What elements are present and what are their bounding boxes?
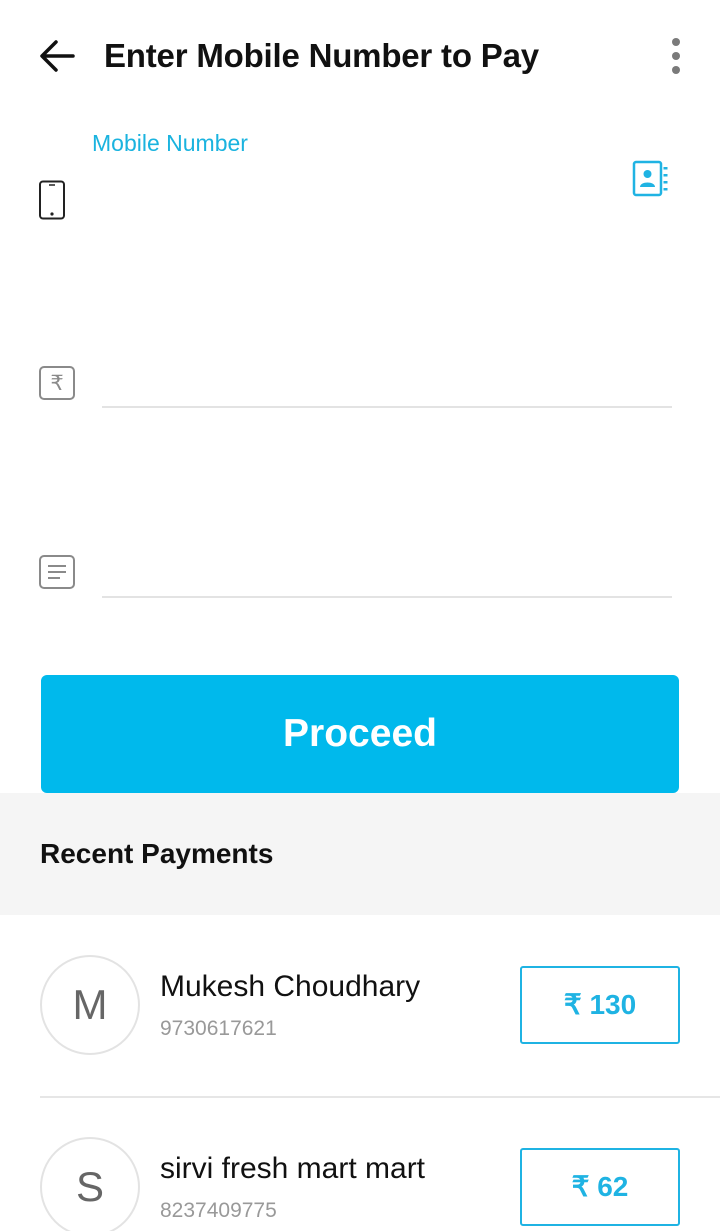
recent-payment-row[interactable]: M Mukesh Choudhary 9730617621 ₹ 130 [0, 915, 720, 1098]
payee-name: sirvi fresh mart mart [160, 1152, 426, 1185]
smartphone-icon [39, 180, 65, 220]
repeat-amount-button[interactable]: ₹ 130 [520, 966, 680, 1044]
payee-phone: 8237409775 [160, 1199, 277, 1222]
avatar: S [40, 1137, 140, 1231]
avatar: M [40, 955, 140, 1055]
note-lines-icon [39, 555, 75, 589]
recent-payments-title: Recent Payments [40, 838, 274, 869]
amount-input[interactable] [102, 356, 672, 408]
recent-payment-row[interactable]: S sirvi fresh mart mart 8237409775 ₹ 62 [0, 1097, 720, 1231]
rupee-icon: ₹ [39, 366, 75, 400]
proceed-button[interactable]: Proceed [41, 675, 679, 793]
overflow-menu-button[interactable] [660, 34, 692, 78]
mobile-number-label: Mobile Number [92, 130, 248, 156]
contact-book-icon[interactable] [630, 158, 672, 200]
page-title: Enter Mobile Number to Pay [104, 37, 539, 74]
payee-phone: 9730617621 [160, 1017, 277, 1040]
back-button[interactable] [36, 36, 78, 76]
payee-name: Mukesh Choudhary [160, 970, 421, 1003]
more-vertical-icon [672, 38, 680, 46]
note-input[interactable] [102, 546, 672, 598]
arrow-left-icon [40, 40, 75, 72]
mobile-number-input[interactable] [80, 196, 600, 246]
repeat-amount-button[interactable]: ₹ 62 [520, 1148, 680, 1226]
top-app-bar: Enter Mobile Number to Pay [0, 0, 720, 112]
